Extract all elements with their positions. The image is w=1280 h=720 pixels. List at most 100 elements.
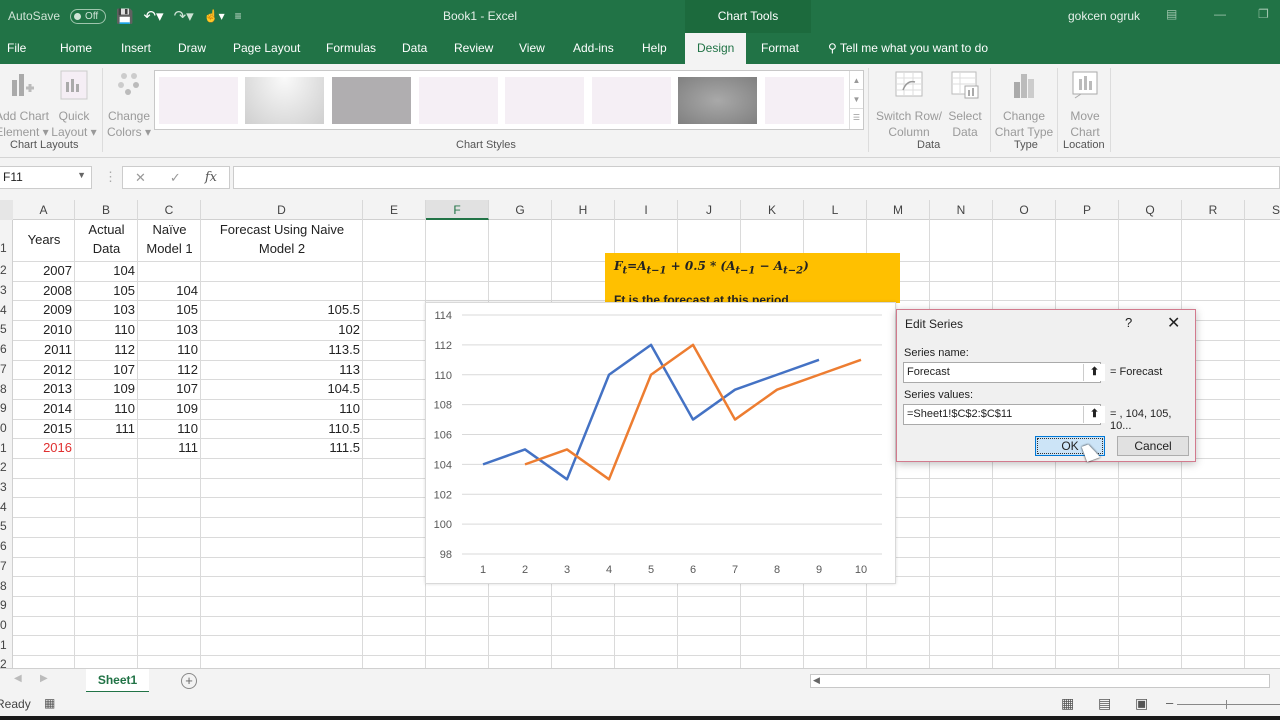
cell-year[interactable]: 2015	[13, 419, 75, 438]
column-header-q[interactable]: Q	[1119, 200, 1182, 220]
cell-year[interactable]: 2007	[13, 261, 75, 280]
cell-naive-model-1[interactable]: 103	[138, 320, 201, 339]
tab-home[interactable]: Home	[60, 41, 92, 55]
row-header-10[interactable]: 0	[0, 421, 12, 435]
cell-naive-model-2[interactable]: 110.5	[201, 419, 363, 438]
cell-naive-model-1[interactable]: 105	[138, 300, 201, 319]
series-name-input[interactable]: Forecast ⬆	[903, 362, 1105, 383]
column-header-b[interactable]: B	[75, 200, 138, 220]
tab-review[interactable]: Review	[454, 41, 493, 55]
select-all-corner[interactable]	[0, 200, 13, 220]
gallery-up-icon[interactable]: ▲	[850, 71, 863, 90]
cell-naive-model-1[interactable]: 107	[138, 379, 201, 398]
name-box[interactable]: F11 ▼	[0, 166, 92, 189]
column-header-s[interactable]: S	[1245, 200, 1280, 220]
cell-naive-model-1[interactable]: 111	[138, 438, 201, 457]
zoom-slider-thumb[interactable]	[1226, 700, 1227, 709]
cell-naive-model-2[interactable]: 113	[201, 360, 363, 379]
change-chart-type-button[interactable]: Change Chart Type	[994, 70, 1054, 140]
zoom-slider[interactable]	[1177, 704, 1280, 705]
row-header-19[interactable]: 9	[0, 598, 12, 612]
column-header-j[interactable]: J	[678, 200, 741, 220]
cell-naive-model-2[interactable]: 110	[201, 399, 363, 418]
tab-data[interactable]: Data	[402, 41, 427, 55]
cell-year[interactable]: 2008	[13, 281, 75, 300]
change-colors-button[interactable]: Change Colors ▾	[106, 70, 152, 140]
cell-year[interactable]: 2009	[13, 300, 75, 319]
column-header-r[interactable]: R	[1182, 200, 1245, 220]
column-header-k[interactable]: K	[741, 200, 804, 220]
add-chart-element-button[interactable]: Add Chart Element ▾	[0, 70, 50, 140]
name-box-dropdown-icon[interactable]: ▼	[77, 170, 86, 180]
add-sheet-icon[interactable]: +	[181, 673, 197, 689]
page-break-preview-icon[interactable]: ▣	[1135, 695, 1148, 712]
tab-format[interactable]: Format	[761, 41, 799, 55]
collapse-dialog-icon[interactable]: ⬆	[1083, 406, 1105, 423]
move-chart-button[interactable]: Move Chart	[1062, 70, 1108, 140]
select-data-button[interactable]: Select Data	[946, 70, 984, 140]
tab-add-ins[interactable]: Add-ins	[573, 41, 614, 55]
row-header-2[interactable]: 2	[0, 263, 12, 277]
formula-note-shape[interactable]: Ft=At−1 + 0.5 * (At−1 − At−2) Ft is the …	[605, 253, 900, 303]
header-naive-model-1[interactable]: Naïve Model 1	[138, 220, 201, 258]
row-header-6[interactable]: 6	[0, 342, 12, 356]
cell-naive-model-1[interactable]: 110	[138, 340, 201, 359]
formula-bar-grip-icon[interactable]: ⋮	[104, 169, 117, 185]
next-sheet-icon[interactable]: ▶	[40, 673, 48, 684]
column-header-a[interactable]: A	[13, 200, 75, 220]
confirm-entry-icon[interactable]: ✓	[170, 170, 181, 186]
tab-help[interactable]: Help	[642, 41, 667, 55]
cancel-button[interactable]: Cancel	[1117, 436, 1189, 456]
cell-actual[interactable]: 110	[75, 399, 138, 418]
column-header-o[interactable]: O	[993, 200, 1056, 220]
cell-actual[interactable]: 103	[75, 300, 138, 319]
cell-year[interactable]: 2010	[13, 320, 75, 339]
switch-row-column-button[interactable]: Switch Row/ Column	[872, 70, 946, 140]
cell-actual[interactable]: 110	[75, 320, 138, 339]
cell-naive-model-1[interactable]: 110	[138, 419, 201, 438]
column-header-c[interactable]: C	[138, 200, 201, 220]
row-header-7[interactable]: 7	[0, 362, 12, 376]
chart-style-5[interactable]	[505, 77, 584, 124]
tab-file[interactable]: File	[7, 41, 26, 55]
header-years[interactable]: Years	[13, 230, 75, 249]
quick-layout-button[interactable]: Quick Layout ▾	[50, 70, 98, 140]
formula-input[interactable]	[233, 166, 1280, 189]
row-header-21[interactable]: 1	[0, 638, 12, 652]
cell-naive-model-2[interactable]: 102	[201, 320, 363, 339]
tab-design[interactable]: Design	[685, 33, 747, 64]
column-header-l[interactable]: L	[804, 200, 867, 220]
cell-naive-model-1[interactable]: 112	[138, 360, 201, 379]
column-header-h[interactable]: H	[552, 200, 615, 220]
cell-year[interactable]: 2012	[13, 360, 75, 379]
tell-me-search[interactable]: ⚲ Tell me what you want to do	[828, 41, 988, 55]
ribbon-display-options-icon[interactable]: ▤	[1166, 7, 1177, 21]
column-header-p[interactable]: P	[1056, 200, 1119, 220]
cell-naive-model-2[interactable]: 105.5	[201, 300, 363, 319]
chart-style-6[interactable]	[592, 77, 671, 124]
cell-year[interactable]: 2011	[13, 340, 75, 359]
series-line-actual-data[interactable]	[482, 343, 820, 481]
tab-page-layout[interactable]: Page Layout	[233, 41, 300, 55]
gallery-scroll[interactable]: ▲ ▼ ☰	[849, 71, 863, 129]
row-header-17[interactable]: 7	[0, 559, 12, 573]
chart-style-7[interactable]	[678, 77, 757, 124]
row-header-9[interactable]: 9	[0, 401, 12, 415]
help-icon[interactable]: ?	[1125, 315, 1132, 330]
zoom-out-icon[interactable]: –	[1166, 695, 1173, 710]
column-header-i[interactable]: I	[615, 200, 678, 220]
column-header-f[interactable]: F	[426, 200, 489, 220]
row-header-14[interactable]: 4	[0, 500, 12, 514]
cell-actual[interactable]: 112	[75, 340, 138, 359]
row-header-3[interactable]: 3	[0, 283, 12, 297]
cell-actual[interactable]: 109	[75, 379, 138, 398]
tab-view[interactable]: View	[519, 41, 545, 55]
normal-view-icon[interactable]: ▦	[1061, 695, 1074, 712]
row-header-5[interactable]: 5	[0, 322, 12, 336]
header-naive-model-2[interactable]: Forecast Using Naive Model 2	[201, 220, 363, 258]
scroll-left-icon[interactable]: ◀	[813, 675, 820, 686]
row-header-16[interactable]: 6	[0, 539, 12, 553]
row-header-1[interactable]: 1	[0, 241, 12, 255]
restore-icon[interactable]: ❐	[1258, 7, 1269, 21]
chart-style-1[interactable]	[159, 77, 238, 124]
